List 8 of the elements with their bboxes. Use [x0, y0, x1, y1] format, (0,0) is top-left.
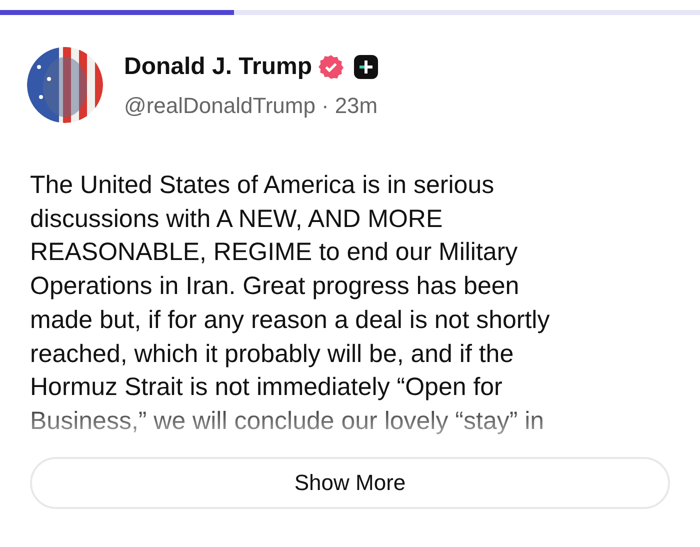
verified-badge-icon [318, 54, 344, 80]
post-time[interactable]: 23m [334, 88, 378, 122]
post-text: The United States of America is in serious discussions with A NEW, AND MORE REASONABLE, REGIME to end our Military Operations in Iran. Great progress has been made but, if for any reason a deal is not shortly reached, which it probably will be, and if the Hormuz Strait is not immediately “Open for Business,” we will conclude our lovely “stay” in [30, 170, 551, 437]
show-more-button[interactable]: Show More [30, 456, 670, 509]
separator: · [321, 92, 329, 120]
author-name[interactable]: Donald J. Trump [124, 48, 312, 84]
plus-icon [354, 54, 378, 78]
user-handle[interactable]: @realDonaldTrump [124, 88, 316, 122]
